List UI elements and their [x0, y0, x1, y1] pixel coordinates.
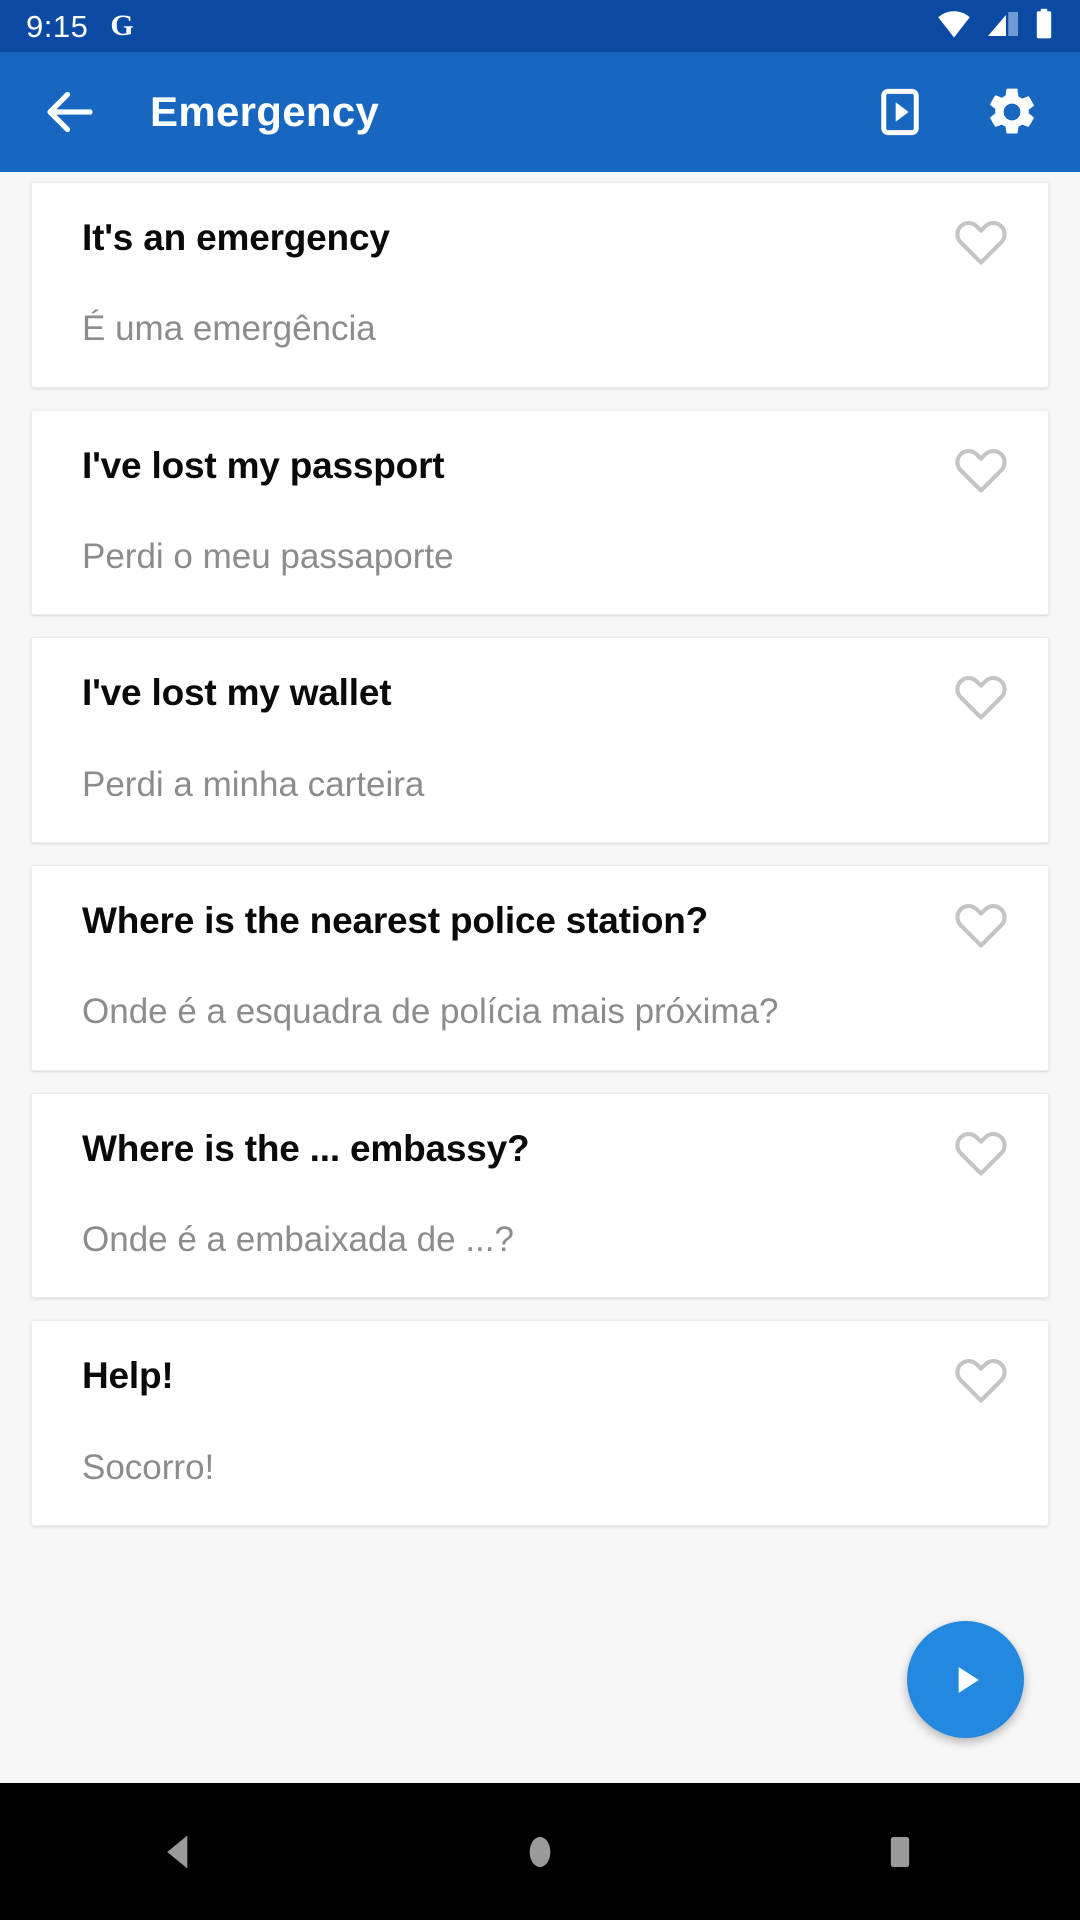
phrase-card[interactable]: It's an emergency É uma emergência: [31, 182, 1049, 388]
nav-back-button[interactable]: [105, 1783, 255, 1920]
back-arrow-icon[interactable]: [40, 82, 100, 142]
android-navigation-bar: [0, 1783, 1080, 1920]
page-title: Emergency: [150, 88, 380, 135]
translation-text: Perdi a minha carteira: [82, 764, 425, 804]
phrase-text: Help!: [82, 1355, 174, 1397]
phrase-text: I've lost my wallet: [82, 672, 392, 714]
status-bar-clock: 9:15: [26, 8, 89, 44]
app-bar: Emergency: [0, 52, 1080, 172]
translation-text: Perdi o meu passaporte: [82, 537, 454, 577]
phrase-card[interactable]: Where is the ... embassy? Onde é a embaix…: [31, 1092, 1049, 1299]
phrase-card[interactable]: Where is the nearest police station? Onde…: [31, 864, 1049, 1071]
status-bar-right: [936, 8, 1054, 45]
phrase-text: Where is the nearest police station?: [82, 899, 709, 941]
favorite-heart-icon[interactable]: [952, 441, 1010, 499]
favorite-heart-icon[interactable]: [952, 896, 1010, 954]
battery-icon: [1034, 8, 1054, 45]
status-bar: 9:15 G: [0, 0, 1080, 52]
phrase-text: Where is the ... embassy?: [82, 1127, 530, 1169]
status-bar-left: 9:15 G: [26, 11, 134, 42]
favorite-heart-icon[interactable]: [952, 213, 1010, 271]
translation-text: Onde é a esquadra de polícia mais próxim…: [82, 992, 779, 1032]
recents-square-icon: [890, 1836, 910, 1867]
translation-text: É uma emergência: [82, 309, 376, 349]
play-fab-button[interactable]: [907, 1621, 1024, 1738]
favorite-heart-icon[interactable]: [952, 1124, 1010, 1182]
favorite-heart-icon[interactable]: [952, 1351, 1010, 1409]
phrase-list: It's an emergency É uma emergência I've lo…: [0, 172, 1080, 1783]
translation-text: Socorro!: [82, 1447, 215, 1487]
back-triangle-icon: [167, 1835, 188, 1868]
wifi-icon: [936, 9, 972, 44]
phrase-text: It's an emergency: [82, 217, 390, 258]
app-bar-actions: [872, 84, 1040, 140]
slideshow-play-icon[interactable]: [872, 84, 928, 140]
translation-text: Onde é a embaixada de ...?: [82, 1219, 514, 1259]
nav-recents-button[interactable]: [825, 1783, 975, 1920]
favorite-heart-icon[interactable]: [952, 668, 1010, 726]
nav-home-button[interactable]: [465, 1783, 615, 1920]
google-g-icon: G: [110, 9, 134, 42]
play-icon: [958, 1666, 979, 1693]
gear-icon[interactable]: [984, 84, 1040, 140]
cellular-signal-icon: [985, 9, 1021, 44]
phrase-card[interactable]: Help! Socorro!: [31, 1320, 1049, 1526]
home-circle-icon: [529, 1836, 551, 1867]
phrase-text: I've lost my passport: [82, 444, 445, 486]
phrase-card[interactable]: I've lost my passport Perdi o meu passapo…: [31, 409, 1049, 616]
phrase-card[interactable]: I've lost my wallet Perdi a minha carteir…: [31, 637, 1049, 843]
